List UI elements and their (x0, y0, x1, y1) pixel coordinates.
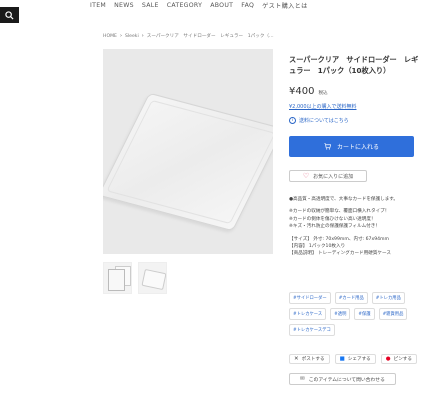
share-pinterest-label: ピンする (393, 357, 412, 362)
add-to-favorites-button[interactable]: ♡ お気に入りに追加 (289, 170, 367, 182)
nav-item-faq[interactable]: FAQ (241, 2, 254, 9)
cart-icon (324, 143, 331, 150)
tag[interactable]: #透明 (330, 308, 351, 320)
breadcrumb-home[interactable]: HOME (103, 34, 117, 39)
thumbnail-2[interactable] (138, 262, 167, 294)
top-navigation: ITEM NEWS SALE CATEGORY ABOUT FAQ ゲスト購入と… (90, 0, 316, 10)
tag-list: #サイドローダー #カード用品 #トレカ用品 #トレカケース #透明 #保護 #… (289, 292, 419, 336)
facebook-icon: ■ (339, 356, 345, 362)
share-x-label: ポストする (301, 357, 325, 362)
nav-item-sale[interactable]: SALE (142, 2, 159, 9)
shipping-info-label: 送料についてはこちら (299, 118, 349, 124)
description-line: ●高品質・高透明度で、大事なカードを保護します。 (289, 197, 399, 202)
contact-about-item-button[interactable]: ✉ このアイテムについて問い合わせる (289, 373, 396, 385)
tag[interactable]: #保護 (354, 308, 375, 320)
product-price: ¥400 (289, 86, 315, 97)
search-icon (5, 10, 14, 20)
description-line: 【内容】 1パック10枚入り (289, 244, 346, 250)
description-line: ※カードの収納が簡単な、覆面口横入れタイプ！ (289, 209, 390, 215)
free-shipping-link[interactable]: ¥2,000以上の購入で送料無料 (289, 103, 424, 110)
tag[interactable]: #トレカケース (289, 308, 327, 320)
description-line: 【サイズ】 外寸: 70x99mm、内寸: 67x94mm (289, 236, 389, 242)
price-row: ¥400 税込 (289, 86, 424, 97)
nav-item-about[interactable]: ABOUT (210, 2, 233, 9)
share-buttons: ✕ ポストする ■ シェアする ● ピンする (289, 354, 417, 364)
nav-item-guest-purchase[interactable]: ゲスト購入とは (262, 1, 307, 10)
add-to-cart-label: カートに入れる (336, 144, 379, 151)
share-pinterest-button[interactable]: ● ピンする (380, 354, 417, 364)
nav-item-news[interactable]: NEWS (114, 2, 134, 9)
description-line: 【商品説明】 トレーディングカード用硬質ケース (289, 251, 391, 257)
breadcrumb: HOME › Sleeki › スーパークリア サイドローダー レギュラー 1パ… (103, 33, 274, 39)
share-facebook-button[interactable]: ■ シェアする (334, 354, 376, 364)
share-facebook-label: シェアする (347, 357, 371, 362)
mail-icon: ✉ (300, 376, 305, 382)
description-line: ※カードの側体を傷ひけない高い透明度！ (289, 216, 376, 222)
search-button[interactable] (0, 7, 19, 23)
thumbnail-1[interactable] (103, 262, 132, 294)
share-x-button[interactable]: ✕ ポストする (289, 354, 330, 364)
shipping-info-link[interactable]: i 送料についてはこちら (289, 117, 424, 124)
tag[interactable]: #トレカ用品 (371, 292, 405, 304)
product-description: ●高品質・高透明度で、大事なカードを保護します。 ※カードの収納が簡単な、覆面口… (289, 196, 424, 258)
tag[interactable]: #カード用品 (334, 292, 368, 304)
product-main-image[interactable] (103, 49, 273, 254)
tax-label: 税込 (318, 91, 328, 96)
breadcrumb-category[interactable]: Sleeki (125, 34, 139, 39)
contact-label: このアイテムについて問い合わせる (308, 377, 385, 383)
pinterest-icon: ● (385, 356, 391, 362)
nav-item-category[interactable]: CATEGORY (167, 2, 203, 9)
info-icon: i (289, 117, 296, 124)
breadcrumb-current: スーパークリア サイドローダー レギュラー 1パック（… (146, 34, 274, 39)
nav-item-item[interactable]: ITEM (90, 2, 106, 9)
product-info: スーパークリア サイドローダー レギュラー 1パック（10枚入り） ¥400 税… (289, 54, 424, 124)
tag[interactable]: #トレカケースデコ (289, 324, 335, 336)
product-title: スーパークリア サイドローダー レギュラー 1パック（10枚入り） (289, 55, 419, 75)
tag[interactable]: #雑貨用品 (378, 308, 408, 320)
thumbnail-list (103, 262, 167, 294)
description-line: ※キズ・汚れ防止の保護保護フィルム付き！ (289, 224, 380, 230)
add-to-cart-button[interactable]: カートに入れる (289, 136, 414, 157)
chevron-right-icon: › (141, 33, 144, 39)
chevron-right-icon: › (119, 33, 122, 39)
heart-icon: ♡ (302, 172, 310, 180)
card-sleeve-image (103, 92, 273, 232)
tag[interactable]: #サイドローダー (289, 292, 331, 304)
favorites-label: お気に入りに追加 (313, 173, 354, 180)
x-logo-icon: ✕ (294, 356, 299, 362)
